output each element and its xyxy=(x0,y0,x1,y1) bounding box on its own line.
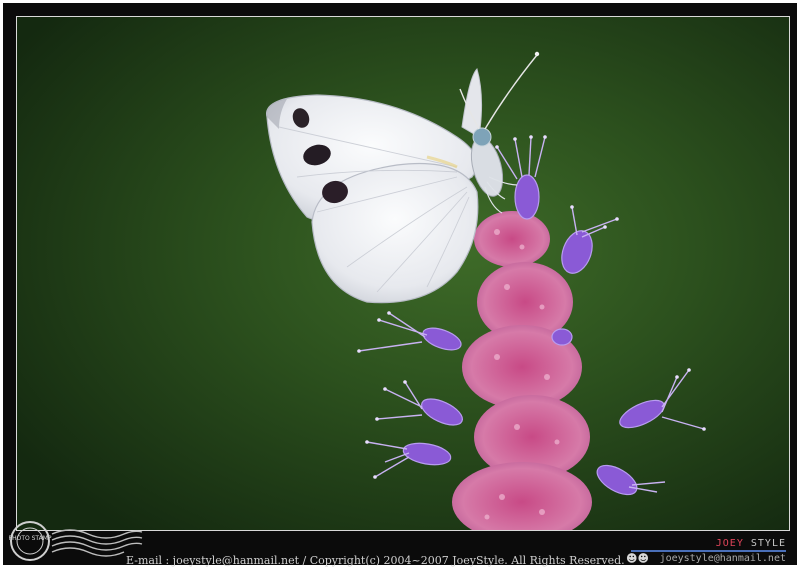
photo-frame: PHOTO STAMP E-mail : joeystyle@hanmail.n… xyxy=(3,3,797,568)
photo-canvas xyxy=(17,17,789,530)
photo xyxy=(16,16,790,531)
people-icon: ☻☻ xyxy=(626,552,649,565)
brand-email: joeystyle@hanmail.net xyxy=(659,553,786,564)
copyright-text: E-mail : joeystyle@hanmail.net / Copyrig… xyxy=(126,554,625,567)
brand-logo: JOEY STYLE xyxy=(715,538,786,549)
stamp-label: PHOTO STAMP xyxy=(8,535,51,542)
footer: PHOTO STAMP E-mail : joeystyle@hanmail.n… xyxy=(8,521,790,568)
brand-bar xyxy=(631,550,786,552)
brand-mark: JOEY STYLE ☻☻ joeystyle@hanmail.net xyxy=(618,538,788,568)
